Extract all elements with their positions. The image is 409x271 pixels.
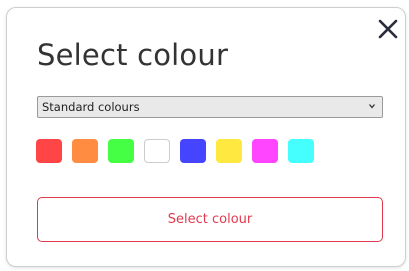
select-colour-button[interactable]: Select colour <box>37 197 383 242</box>
colour-swatch-blue[interactable] <box>180 139 206 163</box>
colour-swatch-orange[interactable] <box>72 139 98 163</box>
colour-swatch-list <box>36 139 314 165</box>
colour-swatch-cyan[interactable] <box>288 139 314 163</box>
close-icon <box>378 19 398 39</box>
colour-swatch-green[interactable] <box>108 139 134 163</box>
colour-swatch-red[interactable] <box>36 139 62 163</box>
chevron-down-icon <box>369 104 375 109</box>
colour-set-select[interactable]: Standard colours <box>37 96 383 118</box>
dialog-title: Select colour <box>37 38 229 72</box>
colour-swatch-white[interactable] <box>144 139 170 163</box>
colour-swatch-magenta[interactable] <box>252 139 278 163</box>
colour-set-selected-value: Standard colours <box>42 100 140 114</box>
colour-swatch-yellow[interactable] <box>216 139 242 163</box>
close-button[interactable] <box>377 18 399 40</box>
select-colour-dialog: Select colour Standard colours Select co… <box>6 7 406 267</box>
